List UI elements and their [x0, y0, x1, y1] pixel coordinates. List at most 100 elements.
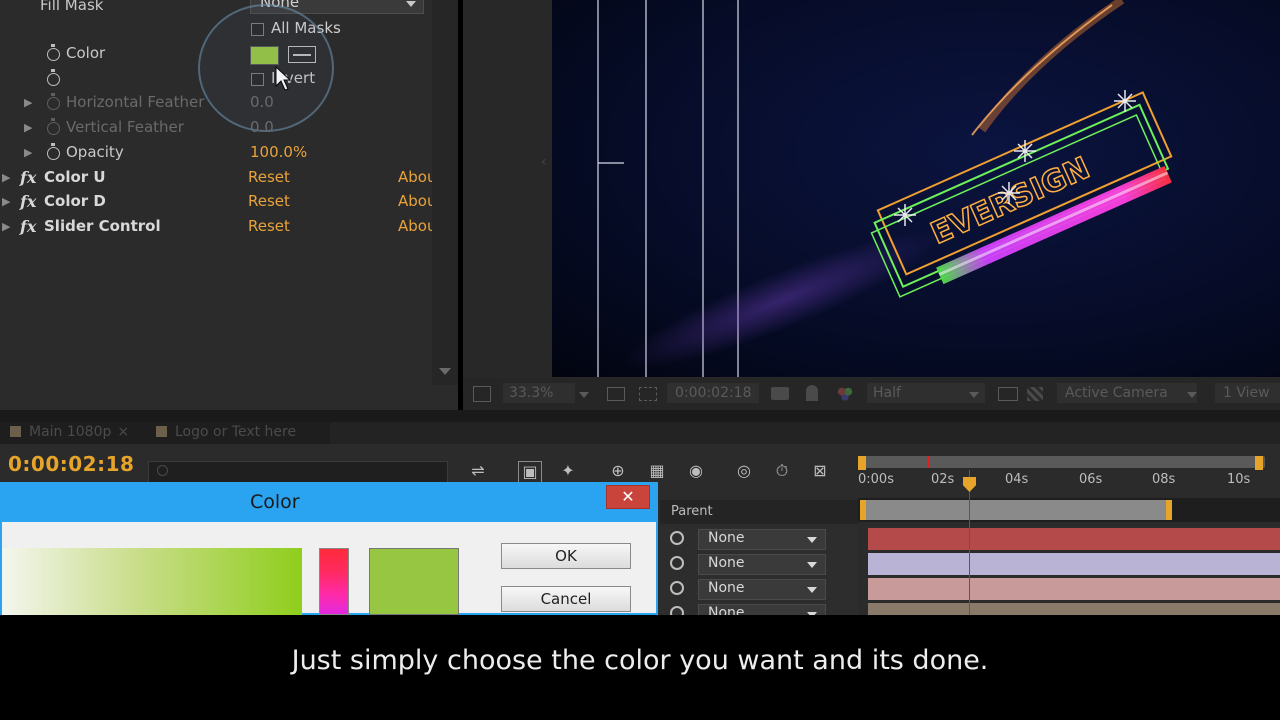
parent-row: None	[660, 552, 858, 577]
graph-editor-icon[interactable]: ◎	[732, 461, 756, 483]
effect-row-slider-control[interactable]: ▶ fx Slider Control Reset About...	[0, 215, 432, 239]
channels-icon[interactable]	[837, 386, 853, 402]
ruler-tick: 08s	[1152, 472, 1176, 487]
opacity-row: ▶ Opacity 100.0%	[0, 141, 432, 165]
parent-dropdown[interactable]: None	[698, 579, 826, 600]
stopwatch-icon[interactable]	[47, 118, 60, 135]
about-link[interactable]: About...	[398, 168, 432, 186]
pick-whip-icon[interactable]	[670, 606, 684, 615]
expand-triangle-icon[interactable]: ▶	[24, 146, 32, 159]
draft-3d-icon[interactable]: ▣	[518, 461, 542, 483]
fx-icon: fx	[20, 168, 37, 187]
tab-main-1080p[interactable]: Main 1080p ×	[10, 424, 129, 440]
vertical-feather-label: Vertical Feather	[66, 118, 184, 136]
chevron-left-icon[interactable]: ‹	[541, 154, 547, 170]
pick-whip-icon[interactable]	[670, 581, 684, 595]
pick-whip-icon[interactable]	[670, 531, 684, 545]
horizontal-feather-row: ▶ Horizontal Feather 0.0	[0, 91, 432, 115]
expand-triangle-icon[interactable]: ▶	[2, 195, 10, 208]
layer-track[interactable]	[868, 528, 1280, 550]
layer-track[interactable]	[868, 553, 1280, 575]
caption-text: Just simply choose the color you want an…	[291, 645, 989, 676]
layer-in-point[interactable]	[860, 500, 866, 520]
resolution-value: Half	[873, 385, 901, 401]
chevron-down-icon[interactable]	[1187, 392, 1197, 398]
about-link[interactable]: About...	[398, 217, 432, 235]
stopwatch-icon[interactable]: ⏱	[770, 461, 794, 483]
graph-view-icon[interactable]: ⊠	[808, 461, 832, 483]
pick-whip-icon[interactable]	[670, 556, 684, 570]
opacity-label: Opacity	[66, 143, 124, 161]
transparency-grid-icon[interactable]	[639, 387, 657, 401]
reset-link[interactable]: Reset	[248, 192, 290, 210]
about-link[interactable]: About...	[398, 192, 432, 210]
parent-dropdown[interactable]: None	[698, 529, 826, 550]
dialog-titlebar[interactable]	[0, 482, 658, 522]
expand-triangle-icon[interactable]: ▶	[24, 121, 32, 134]
expand-triangle-icon[interactable]: ▶	[2, 171, 10, 184]
color-saturation-field[interactable]	[2, 548, 302, 615]
work-area-bar[interactable]	[862, 456, 1265, 468]
ok-button[interactable]: OK	[501, 543, 631, 569]
horizontal-feather-value[interactable]: 0.0	[250, 93, 274, 111]
tab-logo-or-text[interactable]: Logo or Text here	[156, 424, 296, 440]
effect-row-color-d[interactable]: ▶ fx Color D Reset About...	[0, 190, 432, 214]
parent-row: None	[660, 527, 858, 552]
composition-canvas[interactable]: EVERSIGN	[552, 0, 1280, 377]
layer-track[interactable]	[868, 603, 1280, 615]
scroll-down-icon[interactable]	[439, 368, 451, 375]
stopwatch-icon[interactable]	[47, 44, 60, 61]
chevron-down-icon	[807, 562, 817, 568]
dialog-title: Color	[250, 491, 300, 513]
effect-row-color-u[interactable]: ▶ fx Color U Reset About...	[0, 166, 432, 190]
parent-row: None	[660, 602, 858, 615]
ruler-tick: 10s	[1227, 472, 1251, 487]
stopwatch-icon[interactable]	[47, 143, 60, 160]
snapshot-icon[interactable]	[473, 386, 491, 402]
zoom-value: 33.3%	[509, 385, 554, 401]
effect-name: Color U	[44, 168, 106, 186]
layer-out-point[interactable]	[1166, 500, 1172, 520]
brainstorm-icon[interactable]: ◉	[684, 461, 708, 483]
scrollbar[interactable]	[432, 0, 458, 385]
current-time-display[interactable]: 0:00:02:18	[8, 452, 134, 476]
region-icon[interactable]	[607, 387, 625, 401]
ruler-tick: 0:00s	[858, 472, 894, 487]
close-button[interactable]: ✕	[606, 485, 650, 509]
grid-icon[interactable]	[1027, 387, 1043, 401]
hue-slider[interactable]	[319, 548, 349, 615]
camera-snapshot-icon[interactable]	[771, 387, 789, 400]
cancel-button[interactable]: Cancel	[501, 586, 631, 612]
vertical-feather-value[interactable]: 0.0	[250, 118, 274, 136]
shy-layers-icon[interactable]: ✦	[556, 461, 580, 483]
fill-mask-label: Fill Mask	[40, 0, 104, 14]
stopwatch-icon[interactable]	[47, 69, 60, 86]
parent-dropdown[interactable]: None	[698, 604, 826, 615]
reset-link[interactable]: Reset	[248, 168, 290, 186]
stopwatch-icon[interactable]	[47, 93, 60, 110]
person-icon[interactable]	[806, 385, 818, 401]
fill-mask-row: Fill Mask None	[0, 0, 432, 18]
fast-preview-icon[interactable]	[998, 387, 1018, 401]
chevron-down-icon[interactable]	[969, 392, 979, 398]
work-area-start-handle[interactable]	[858, 456, 866, 470]
panel-divider[interactable]	[0, 410, 1280, 422]
ruler-tick: 02s	[931, 472, 955, 487]
reset-link[interactable]: Reset	[248, 217, 290, 235]
layer-duration-bar[interactable]	[864, 500, 1170, 520]
viewer-timecode: 0:00:02:18	[675, 385, 752, 401]
search-icon	[157, 465, 168, 476]
composition-mini-flowchart-icon[interactable]: ⇌	[466, 461, 490, 483]
expand-triangle-icon[interactable]: ▶	[2, 220, 10, 233]
expand-triangle-icon[interactable]: ▶	[24, 96, 32, 109]
opacity-value[interactable]: 100.0%	[250, 143, 307, 161]
frame-blending-icon[interactable]: ⊕	[606, 461, 630, 483]
chevron-down-icon[interactable]	[579, 392, 589, 398]
parent-dropdown[interactable]: None	[698, 554, 826, 575]
fx-icon: fx	[20, 192, 37, 211]
work-area-end-handle[interactable]	[1255, 456, 1263, 470]
layer-track[interactable]	[868, 578, 1280, 600]
motion-blur-icon[interactable]: ▦	[645, 461, 669, 483]
color-label: Color	[66, 44, 106, 62]
parent-row: None	[660, 577, 858, 602]
